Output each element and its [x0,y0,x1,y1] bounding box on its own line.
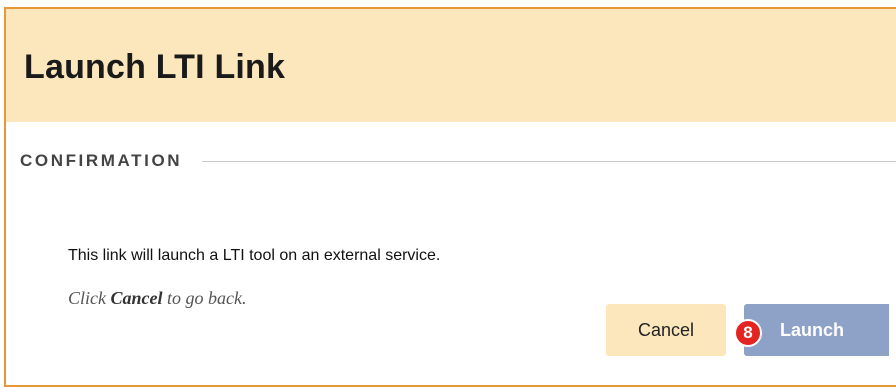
page-title: Launch LTI Link [24,48,286,86]
confirmation-message: This link will launch a LTI tool on an e… [68,247,441,264]
section-label: CONFIRMATION [20,151,183,170]
hint-action: Cancel [110,288,163,308]
launch-button[interactable]: Launch [744,304,889,356]
hint-prefix: Click [68,288,111,308]
hint-suffix: to go back. [162,288,247,308]
section-divider [202,160,896,162]
cancel-hint: Click Cancel to go back. [68,288,246,309]
step-number-badge: 8 [734,319,762,347]
cancel-button[interactable]: Cancel [606,304,726,356]
confirmation-section-header: CONFIRMATION [20,149,896,173]
dialog-header: Launch LTI Link [6,9,896,122]
